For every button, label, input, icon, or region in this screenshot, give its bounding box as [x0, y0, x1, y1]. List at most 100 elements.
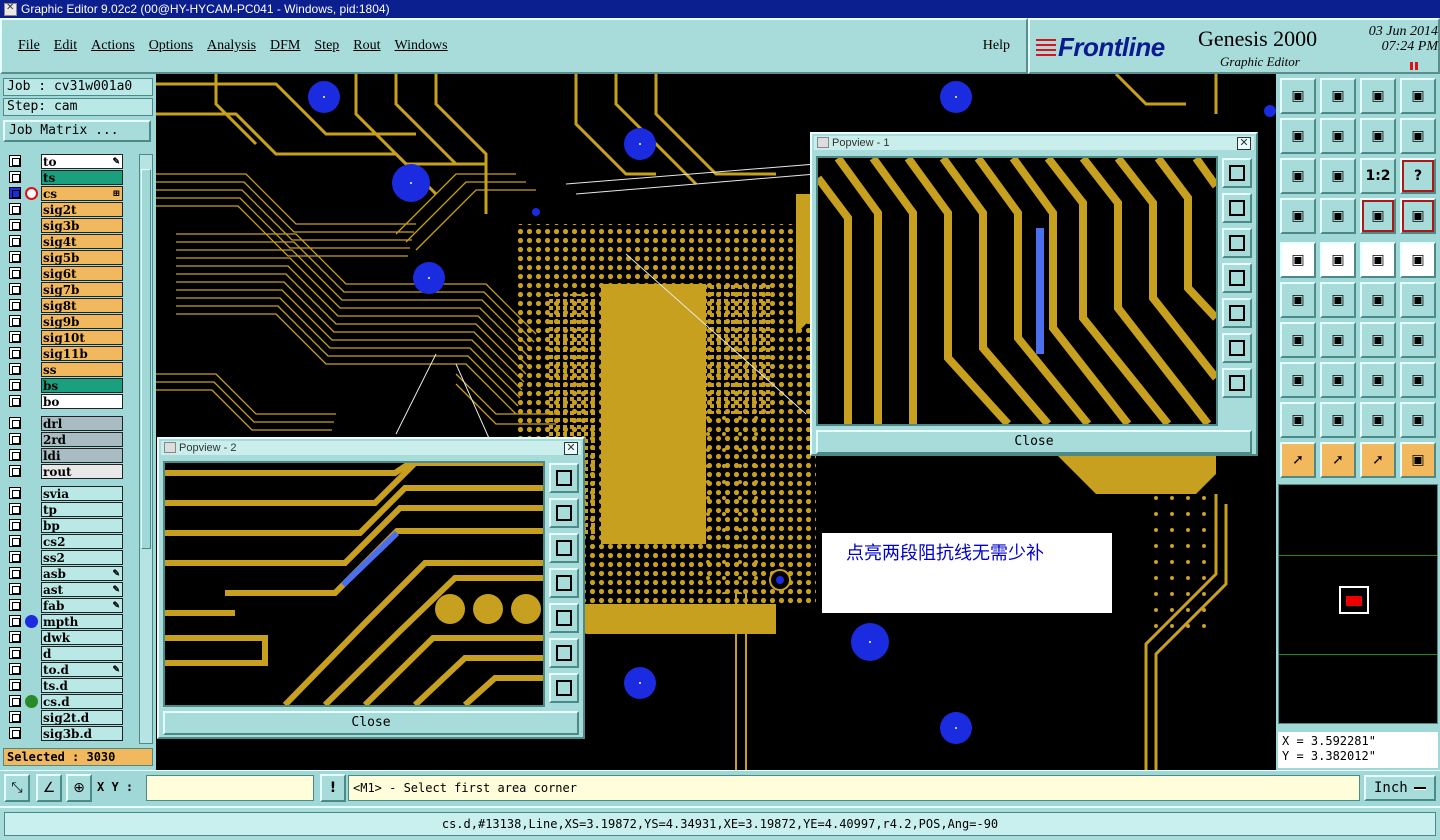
menu-edit[interactable]: Edit [48, 38, 83, 54]
layer-row-sig6t[interactable]: sig6t [5, 266, 137, 281]
layer-checkbox[interactable] [9, 417, 21, 429]
layer-name[interactable]: sig7b [41, 282, 123, 297]
export-icon[interactable]: ▣ [1320, 118, 1356, 154]
layer-row-bs[interactable]: bs [5, 378, 137, 393]
drill-icon[interactable]: ▣ [1280, 198, 1316, 234]
pan-left-icon[interactable] [549, 568, 579, 598]
house-icon[interactable]: ▣ [1360, 78, 1396, 114]
overview-view-box[interactable] [1339, 586, 1369, 614]
zoom-fit-icon[interactable] [549, 463, 579, 493]
menu-analysis[interactable]: Analysis [201, 38, 262, 54]
layer-row-bp[interactable]: bp [5, 518, 137, 533]
layer-name[interactable]: mpth [41, 614, 123, 629]
popview-2-close-icon[interactable]: ✕ [564, 442, 578, 455]
connect-icon[interactable]: ▣ [1280, 282, 1316, 318]
layer-name[interactable]: cs ⊞ [41, 186, 123, 201]
layer-checkbox[interactable] [9, 465, 21, 477]
edit-line-icon[interactable]: ▣ [1320, 322, 1356, 358]
layer-row-2rd[interactable]: 2rd [5, 432, 137, 447]
popview-2-view[interactable] [163, 461, 545, 707]
layer-checkbox[interactable] [9, 155, 21, 167]
layer-checkbox[interactable] [9, 615, 21, 627]
layer-name[interactable]: bp [41, 518, 123, 533]
zoom-down-icon[interactable] [1222, 228, 1252, 258]
layer-row-cs2[interactable]: cs2 [5, 534, 137, 549]
popview-1-close-button[interactable]: Close [816, 430, 1252, 454]
popview-1-close-icon[interactable]: ✕ [1237, 137, 1251, 150]
layer-name[interactable]: rout [41, 464, 123, 479]
layer-checkbox[interactable] [9, 503, 21, 515]
layer-name[interactable]: to.d ✎ [41, 662, 123, 677]
group-icon[interactable]: ▣ [1400, 362, 1436, 398]
layer-name[interactable]: to ✎ [41, 154, 123, 169]
layer-checkbox[interactable] [9, 267, 21, 279]
pad-icon[interactable]: ▣ [1400, 242, 1436, 278]
layer-row-sig10t[interactable]: sig10t [5, 330, 137, 345]
layer-checkbox[interactable] [9, 347, 21, 359]
menu-rout[interactable]: Rout [347, 38, 386, 54]
pause-icon[interactable] [1410, 62, 1418, 70]
layer-checkbox[interactable] [9, 283, 21, 295]
layer-checkbox[interactable] [9, 449, 21, 461]
layer-row-cs[interactable]: cs ⊞ [5, 186, 137, 201]
menu-windows[interactable]: Windows [389, 38, 454, 54]
layer-row-ldi[interactable]: ldi [5, 448, 137, 463]
popview-2-close-button[interactable]: Close [163, 711, 579, 735]
menu-help[interactable]: Help [983, 38, 1010, 54]
grid-icon[interactable]: ▣ [1320, 198, 1356, 234]
fit-icon[interactable]: ▣ [1280, 158, 1316, 194]
unit-selector[interactable]: Inch [1364, 775, 1436, 801]
select-area-icon[interactable]: ➚ [1360, 442, 1396, 478]
angle-icon[interactable]: ▣ [1280, 322, 1316, 358]
layer-name[interactable]: bo [41, 394, 123, 409]
layer-scrollbar[interactable] [139, 154, 153, 744]
overview-map[interactable] [1278, 484, 1438, 724]
layer-name[interactable]: sig2t.d [41, 710, 123, 725]
alert-icon[interactable]: ! [320, 774, 346, 802]
zoom-box-icon[interactable]: ⤡ [4, 774, 30, 802]
rotate-icon[interactable]: ▣ [1360, 322, 1396, 358]
layer-checkbox[interactable] [9, 219, 21, 231]
scale-icon[interactable]: 1:2 [1360, 158, 1396, 194]
zoom-down-icon[interactable] [549, 533, 579, 563]
popview-2-title-bar[interactable]: Popview - 2 ✕ [161, 441, 581, 455]
layer-row-dwk[interactable]: dwk [5, 630, 137, 645]
layer-row-ss2[interactable]: ss2 [5, 550, 137, 565]
menu-dfm[interactable]: DFM [264, 38, 306, 54]
layer-checkbox[interactable] [9, 299, 21, 311]
layer-row-mpth[interactable]: mpth [5, 614, 137, 629]
delete-icon[interactable]: ▣ [1320, 282, 1356, 318]
layer-row-drl[interactable]: drl [5, 416, 137, 431]
layer-name[interactable]: tp [41, 502, 123, 517]
layer-checkbox[interactable] [9, 331, 21, 343]
layer-checkbox[interactable] [9, 663, 21, 675]
layer-row-to.d[interactable]: to.d ✎ [5, 662, 137, 677]
shape-icon[interactable]: ▣ [1400, 402, 1436, 438]
copy-icon[interactable]: ▣ [1400, 282, 1436, 318]
layer-row-sig2t[interactable]: sig2t [5, 202, 137, 217]
cut-icon[interactable]: ▣ [1320, 362, 1356, 398]
net-select-icon[interactable]: ▣ [1400, 442, 1436, 478]
layer-row-sig5b[interactable]: sig5b [5, 250, 137, 265]
layer-checkbox[interactable] [9, 235, 21, 247]
layer-row-fab[interactable]: fab ✎ [5, 598, 137, 613]
snap-icon[interactable]: ⊕ [66, 774, 92, 802]
layer-checkbox[interactable] [9, 203, 21, 215]
layer-checkbox[interactable] [9, 679, 21, 691]
arc-icon[interactable]: ▣ [1320, 402, 1356, 438]
layer-row-sig3b[interactable]: sig3b [5, 218, 137, 233]
layer-checkbox[interactable] [9, 695, 21, 707]
layer-checkbox[interactable] [9, 171, 21, 183]
select-icon[interactable]: ➚ [1280, 442, 1316, 478]
layer-name[interactable]: sig2t [41, 202, 123, 217]
layer-name[interactable]: asb ✎ [41, 566, 123, 581]
layer-name[interactable]: ss2 [41, 550, 123, 565]
layer-checkbox[interactable] [9, 433, 21, 445]
polygon-icon[interactable]: ▣ [1360, 402, 1396, 438]
open-icon[interactable]: ▣ [1320, 78, 1356, 114]
layer-row-sig2t.d[interactable]: sig2t.d [5, 710, 137, 725]
pan-right-icon[interactable] [1222, 298, 1252, 328]
layer-checkbox[interactable] [9, 187, 21, 199]
import-icon[interactable]: ▣ [1280, 118, 1316, 154]
layer-checkbox[interactable] [9, 315, 21, 327]
